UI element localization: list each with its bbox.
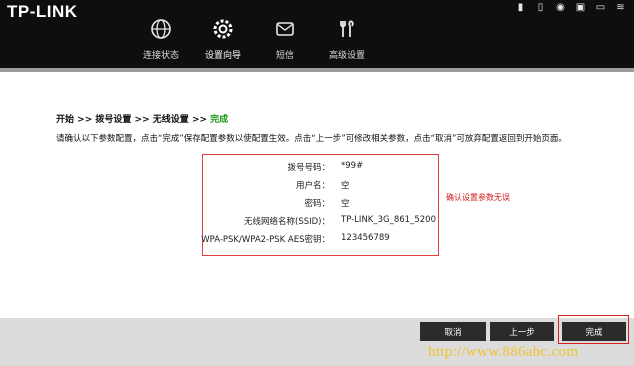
status-icons: ▮ ▯ ◉ ▣ ▭ ≋ xyxy=(515,2,626,13)
sms-icon: ▣ xyxy=(575,2,586,13)
logo: TP-LINK xyxy=(7,2,78,21)
sim-icon: ▯ xyxy=(537,2,544,13)
cancel-button[interactable]: 取消 xyxy=(420,322,486,341)
nav-connection-status[interactable]: 连接状态 xyxy=(130,16,192,61)
confirm-note: 确认设置参数无误 xyxy=(446,193,510,202)
envelope-icon xyxy=(272,16,298,42)
breadcrumb-finish: 完成 xyxy=(210,115,229,125)
wifi-icon: ≋ xyxy=(616,2,625,13)
main-nav: 连接状态 设置向导 短信 高级设置 xyxy=(130,16,378,61)
breadcrumb-dial: 拨号设置 xyxy=(95,115,132,125)
nav-label: 高级设置 xyxy=(328,51,365,61)
watermark: http://www.886abc.com xyxy=(428,344,579,360)
summary-value: 123456789 xyxy=(341,233,390,243)
summary-box: 拨号号码： *99# 用户名： 空 密码： 空 无线网络名称(SSID)： TP… xyxy=(201,154,439,256)
nav-label: 设置向导 xyxy=(204,51,241,61)
nav-advanced-settings[interactable]: 高级设置 xyxy=(316,16,378,61)
nav-setup-wizard[interactable]: 设置向导 xyxy=(192,16,254,61)
prev-button[interactable]: 上一步 xyxy=(490,322,554,341)
gear-icon xyxy=(210,16,236,42)
breadcrumb-sep: >> xyxy=(191,115,208,125)
lock-icon: ◉ xyxy=(556,2,565,13)
nav-label: 短信 xyxy=(275,51,294,61)
top-bar: TP-LINK ▮ ▯ ◉ ▣ ▭ ≋ 连接状态 设置向导 短信 高级设置 xyxy=(0,0,634,68)
tools-icon xyxy=(334,16,360,42)
summary-key: WPA-PSK/WPA2-PSK AES密钥： xyxy=(201,235,330,245)
battery-icon: ▭ xyxy=(595,2,606,13)
summary-key: 拨号号码： xyxy=(287,163,330,173)
summary-value: 空 xyxy=(341,181,350,191)
breadcrumb: 开始 >> 拨号设置 >> 无线设置 >> 完成 xyxy=(56,112,228,125)
breadcrumb-sep: >> xyxy=(77,115,93,125)
signal-icon: ▮ xyxy=(517,2,524,13)
nav-sms[interactable]: 短信 xyxy=(254,16,316,61)
breadcrumb-start: 开始 xyxy=(56,115,75,125)
main-content: 开始 >> 拨号设置 >> 无线设置 >> 完成 请确认以下参数配置，点击“完成… xyxy=(0,72,634,318)
summary-value: 空 xyxy=(341,199,350,209)
summary-key: 密码： xyxy=(304,199,330,209)
globe-icon xyxy=(148,16,174,42)
summary-key: 用户名： xyxy=(295,181,330,191)
instruction-text: 请确认以下参数配置，点击“完成”保存配置参数以使配置生效。点击“上一步”可修改相… xyxy=(56,134,567,144)
finish-highlight xyxy=(558,315,629,344)
nav-label: 连接状态 xyxy=(142,51,179,61)
breadcrumb-sep: >> xyxy=(134,115,150,125)
summary-value: *99# xyxy=(341,161,364,171)
summary-key: 无线网络名称(SSID)： xyxy=(244,217,330,227)
breadcrumb-wireless: 无线设置 xyxy=(152,115,189,125)
summary-value: TP-LINK_3G_861_5200 xyxy=(341,215,436,225)
